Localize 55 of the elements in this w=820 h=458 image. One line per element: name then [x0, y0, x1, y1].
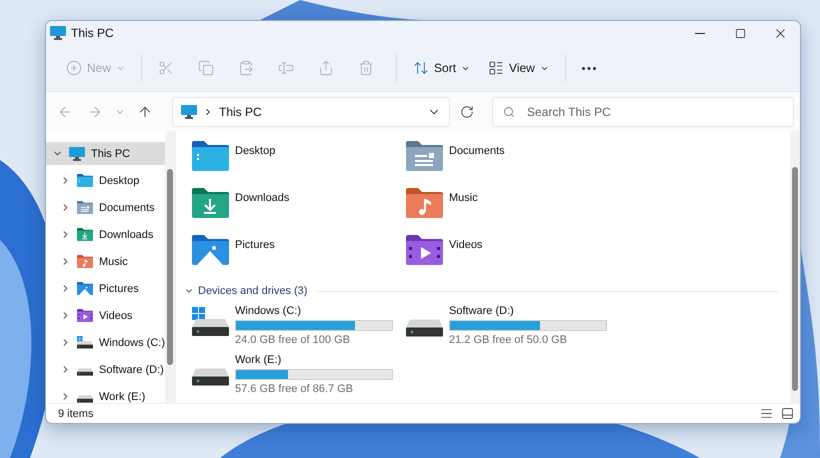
window-title: This PC — [71, 26, 115, 40]
sidebar-item[interactable]: Videos — [46, 304, 166, 327]
drive-icon — [406, 319, 443, 337]
system-drive-icon — [192, 307, 229, 337]
drive-item[interactable]: Software (D:) 21.2 GB free of 50.0 GB — [406, 305, 620, 346]
drive-item[interactable]: Windows (C:) 24.0 GB free of 100 GB — [192, 305, 406, 346]
monitor-icon — [50, 26, 66, 40]
folder-item[interactable]: Pictures — [192, 235, 406, 271]
music-folder-icon — [77, 255, 93, 268]
downloads-folder-icon — [192, 188, 229, 218]
sidebar-item[interactable]: Software (D:) — [46, 358, 166, 381]
desktop-folder-icon — [192, 141, 229, 171]
sidebar-item[interactable]: Desktop — [46, 169, 166, 192]
downloads-folder-icon — [77, 228, 93, 241]
music-folder-icon — [406, 188, 443, 218]
drive-icon — [192, 368, 229, 386]
monitor-icon — [181, 104, 197, 118]
system-drive-icon — [77, 336, 93, 349]
folder-item[interactable]: Music — [406, 188, 620, 224]
sort-button[interactable]: Sort — [405, 52, 478, 84]
sidebar-item[interactable]: Music — [46, 250, 166, 273]
minimize-icon — [695, 32, 705, 34]
drive-item[interactable]: Work (E:) 57.6 GB free of 86.7 GB — [192, 354, 406, 395]
desktop-folder-icon — [77, 174, 93, 187]
refresh-icon — [460, 104, 474, 118]
search-icon — [503, 106, 515, 118]
sidebar-item[interactable]: Windows (C:) — [46, 331, 166, 354]
videos-folder-icon — [77, 309, 93, 322]
scrollbar[interactable] — [165, 131, 176, 403]
folder-item[interactable]: Videos — [406, 235, 620, 271]
tiles-view-icon — [781, 407, 794, 420]
item-count: 9 items — [58, 408, 94, 420]
sidebar-item[interactable]: Work (E:) — [46, 385, 166, 408]
sidebar-item[interactable]: Pictures — [46, 277, 166, 300]
drive-icon — [77, 395, 93, 403]
folder-item[interactable]: Documents — [406, 141, 620, 177]
section-title: Devices and drives (3) — [198, 285, 308, 297]
view-button[interactable]: View — [480, 52, 557, 84]
sidebar-item[interactable]: This PC — [46, 142, 166, 165]
folder-item[interactable]: Desktop — [192, 141, 406, 177]
monitor-icon — [69, 146, 85, 160]
search-field[interactable]: Search This PC — [492, 96, 794, 126]
pictures-folder-icon — [192, 235, 229, 265]
details-view-icon — [760, 407, 773, 420]
pictures-folder-icon — [77, 282, 93, 295]
sidebar-item[interactable]: Documents — [46, 196, 166, 219]
folder-item[interactable]: Downloads — [192, 188, 406, 224]
maximize-icon — [734, 28, 746, 38]
sidebar-item[interactable]: Downloads — [46, 223, 166, 246]
scrollbar[interactable] — [790, 131, 800, 403]
videos-folder-icon — [406, 235, 443, 265]
drive-icon — [77, 368, 93, 376]
address-bar[interactable]: This PC — [172, 96, 450, 126]
documents-folder-icon — [77, 201, 93, 214]
documents-folder-icon — [406, 141, 443, 171]
